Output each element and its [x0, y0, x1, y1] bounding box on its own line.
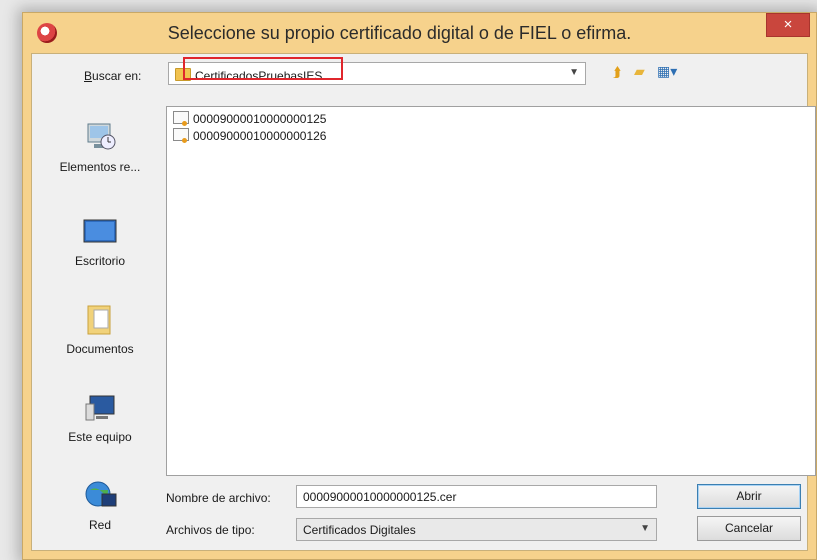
place-label: Escritorio	[74, 254, 125, 268]
place-documents[interactable]: Documentos	[40, 302, 160, 356]
lookin-label: Buscar en:	[84, 69, 142, 83]
place-label: Documentos	[66, 342, 134, 356]
file-item[interactable]: 00009000010000000126	[167, 127, 815, 144]
desktop-icon	[80, 214, 120, 248]
recent-items-icon	[80, 120, 120, 154]
place-label: Elementos re...	[59, 160, 141, 174]
places-bar: Elementos re... Escritorio Documentos Es…	[40, 106, 160, 546]
dialog-title: Seleccione su propio certificado digital…	[167, 23, 632, 43]
place-computer[interactable]: Este equipo	[40, 390, 160, 444]
place-network[interactable]: Red	[40, 478, 160, 532]
file-open-dialog: Seleccione su propio certificado digital…	[22, 12, 817, 560]
chevron-down-icon: ▼	[569, 67, 579, 78]
place-label: Este equipo	[68, 430, 132, 444]
close-button[interactable]: ×	[766, 13, 810, 37]
filetype-value: Certificados Digitales	[303, 523, 416, 537]
file-item[interactable]: 00009000010000000125	[167, 110, 815, 127]
filename-label: Nombre de archivo:	[166, 491, 271, 505]
place-desktop[interactable]: Escritorio	[40, 214, 160, 268]
file-name: 00009000010000000125	[193, 112, 327, 126]
title-bar[interactable]: Seleccione su propio certificado digital…	[23, 13, 816, 53]
cancel-button[interactable]: Cancelar	[697, 516, 801, 541]
new-folder-icon[interactable]: ▰	[634, 63, 645, 80]
certificate-icon	[173, 111, 189, 126]
file-list[interactable]: 00009000010000000125 0000900001000000012…	[166, 106, 816, 476]
filetype-dropdown[interactable]: Certificados Digitales ▼	[296, 518, 657, 541]
place-label: Red	[88, 518, 111, 532]
documents-icon	[80, 302, 120, 336]
filename-input[interactable]: 00009000010000000125.cer	[296, 485, 657, 508]
highlight-box	[183, 57, 343, 80]
certificate-icon	[173, 128, 189, 143]
filetype-label: Archivos de tipo:	[166, 523, 255, 537]
file-name: 00009000010000000126	[193, 129, 327, 143]
dialog-body: Buscar en: CertificadosPruebasIES ▼ ⮭ ▰ …	[31, 53, 816, 551]
place-recent[interactable]: Elementos re...	[40, 120, 160, 174]
filename-value: 00009000010000000125.cer	[303, 490, 457, 504]
back-icon[interactable]: ⮭	[613, 64, 621, 81]
open-button[interactable]: Abrir	[697, 484, 801, 509]
view-menu-icon[interactable]: ▦▾	[657, 63, 677, 80]
network-icon	[80, 478, 120, 512]
computer-icon	[80, 390, 120, 424]
chevron-down-icon: ▼	[640, 523, 650, 534]
